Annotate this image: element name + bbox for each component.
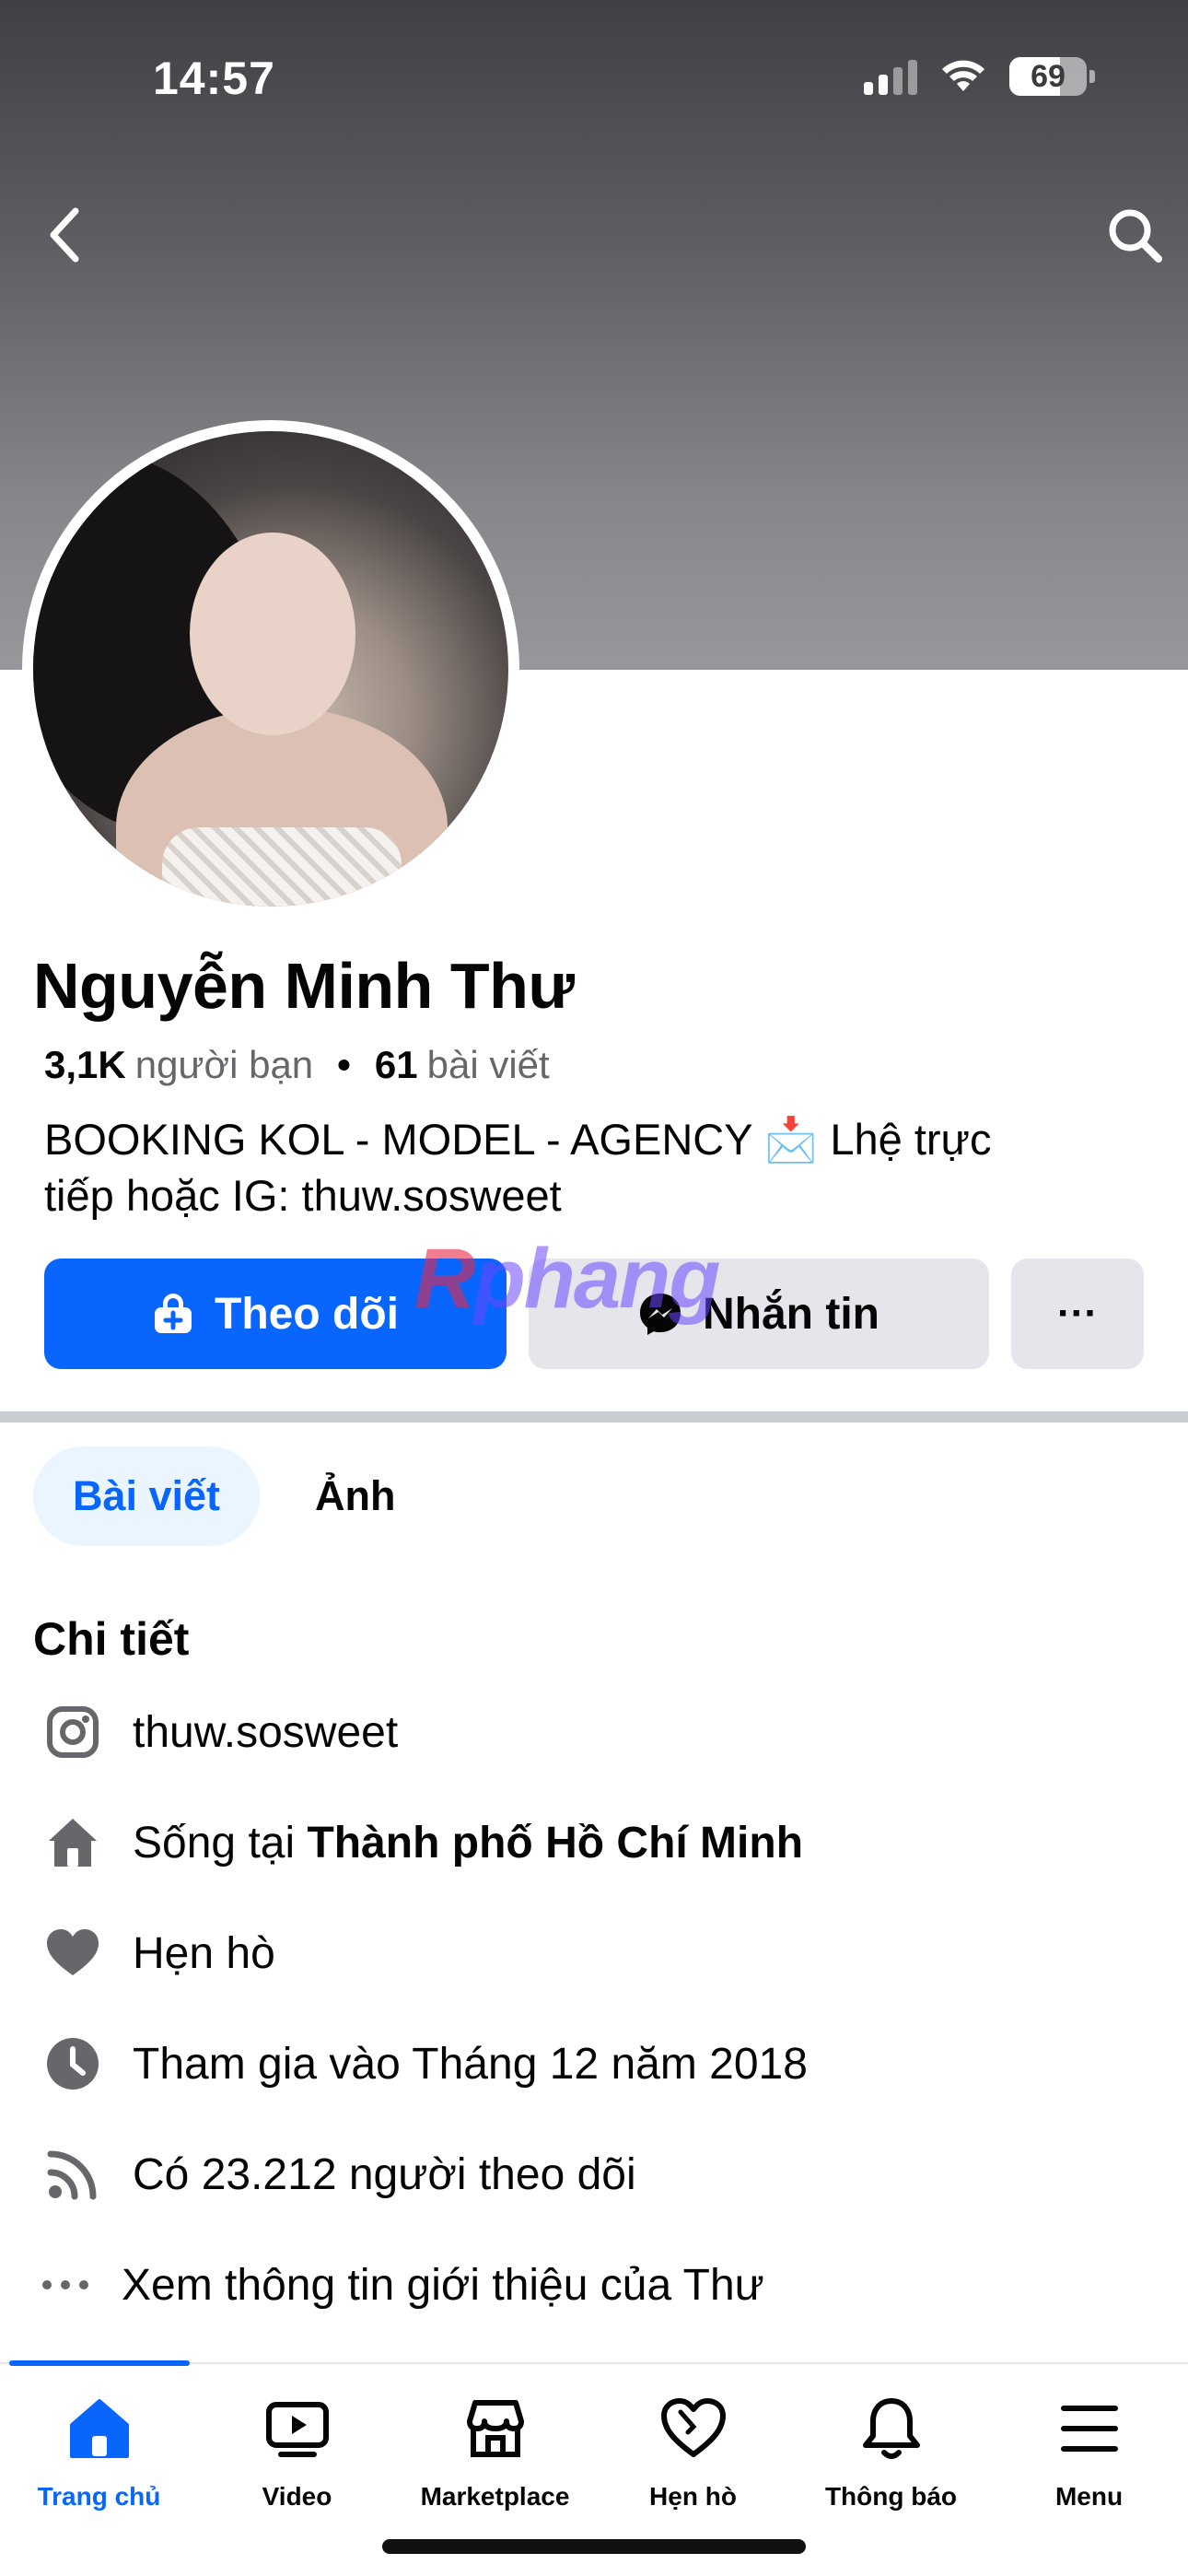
nav-notifications[interactable]: Thông báo bbox=[792, 2392, 990, 2530]
detail-instagram[interactable]: thuw.sosweet bbox=[41, 1693, 1164, 1771]
followers-label: Có 23.212 người theo dõi bbox=[133, 2149, 636, 2199]
search-button[interactable] bbox=[1098, 198, 1171, 272]
tab-photos[interactable]: Ảnh bbox=[315, 1446, 395, 1546]
wifi-icon bbox=[942, 60, 984, 91]
nav-marketplace[interactable]: Marketplace bbox=[396, 2392, 594, 2530]
joined-label: Tham gia vào Tháng 12 năm 2018 bbox=[133, 2039, 808, 2089]
stats-separator: • bbox=[337, 1043, 351, 1086]
nav-dating[interactable]: Hẹn hò bbox=[594, 2392, 792, 2530]
follow-button[interactable]: Theo dõi bbox=[44, 1259, 507, 1369]
friends-label[interactable]: người bạn bbox=[135, 1043, 313, 1087]
home-icon bbox=[63, 2392, 136, 2465]
bell-icon bbox=[855, 2392, 928, 2465]
clock-icon bbox=[41, 2032, 105, 2096]
detail-lives-in: Sống tại Thành phố Hồ Chí Minh bbox=[41, 1804, 1164, 1881]
nav-notifications-label: Thông báo bbox=[824, 2482, 958, 2511]
profile-page: 14:57 69 Nguyễn Minh Thư 3,1K người bạn … bbox=[0, 0, 1188, 2576]
status-icons: 69 bbox=[864, 57, 1095, 96]
back-button[interactable] bbox=[28, 198, 101, 272]
menu-icon bbox=[1053, 2392, 1126, 2465]
nav-dating-label: Hẹn hò bbox=[649, 2482, 737, 2511]
more-options-button[interactable]: ··· bbox=[1011, 1259, 1144, 1369]
more-icon: ··· bbox=[1057, 1291, 1098, 1336]
video-icon bbox=[261, 2392, 334, 2465]
more-dots-icon bbox=[33, 2253, 98, 2317]
nav-video-label: Video bbox=[262, 2482, 332, 2511]
message-button[interactable]: Nhắn tin bbox=[529, 1259, 989, 1369]
status-time: 14:57 bbox=[153, 53, 275, 104]
message-label: Nhắn tin bbox=[703, 1289, 879, 1339]
instagram-icon bbox=[41, 1700, 105, 1764]
posts-count: 61 bbox=[374, 1043, 418, 1086]
cellular-signal-icon bbox=[864, 58, 917, 95]
see-about-label: Xem thông tin giới thiệu của Thư bbox=[122, 2260, 764, 2310]
marketplace-icon bbox=[459, 2392, 532, 2465]
battery-level: 69 bbox=[1031, 59, 1066, 94]
heart-icon bbox=[41, 1921, 105, 1985]
see-about-link[interactable]: Xem thông tin giới thiệu của Thư bbox=[33, 2246, 1157, 2324]
dating-icon bbox=[657, 2392, 730, 2465]
follow-label: Theo dõi bbox=[215, 1289, 399, 1339]
detail-dating: Hẹn hò bbox=[41, 1914, 1164, 1992]
bio-line: tiếp hoặc IG: thuw.sosweet bbox=[44, 1171, 562, 1220]
posts-label: bài viết bbox=[426, 1043, 550, 1086]
active-tab-indicator bbox=[9, 2360, 190, 2366]
nav-home[interactable]: Trang chủ bbox=[0, 2392, 198, 2530]
section-divider bbox=[0, 1411, 1188, 1423]
detail-followers[interactable]: Có 23.212 người theo dõi bbox=[41, 2136, 1164, 2213]
home-indicator bbox=[382, 2539, 806, 2554]
lives-in-prefix: Sống tại bbox=[133, 1818, 308, 1868]
nav-home-label: Trang chủ bbox=[37, 2482, 161, 2511]
detail-joined: Tham gia vào Tháng 12 năm 2018 bbox=[41, 2025, 1164, 2102]
nav-video[interactable]: Video bbox=[198, 2392, 396, 2530]
dating-label: Hẹn hò bbox=[133, 1928, 275, 1978]
nav-menu-label: Menu bbox=[1054, 2482, 1124, 2511]
nav-menu[interactable]: Menu bbox=[990, 2392, 1188, 2530]
home-icon bbox=[41, 1810, 105, 1875]
avatar bbox=[33, 431, 508, 907]
profile-picture[interactable] bbox=[22, 420, 519, 918]
chevron-left-icon bbox=[50, 207, 79, 263]
tab-posts[interactable]: Bài viết bbox=[33, 1446, 260, 1546]
search-icon bbox=[1109, 209, 1162, 263]
profile-bio: BOOKING KOL - MODEL - AGENCY 📩 Lhệ trực … bbox=[44, 1111, 1149, 1224]
follow-icon bbox=[155, 1294, 192, 1333]
instagram-handle: thuw.sosweet bbox=[133, 1707, 399, 1757]
friends-count[interactable]: 3,1K bbox=[44, 1043, 126, 1087]
profile-stats: 3,1K người bạn • 61 bài viết bbox=[44, 1043, 550, 1087]
profile-name: Nguyễn Minh Thư bbox=[33, 950, 575, 1022]
rss-icon bbox=[41, 2142, 105, 2207]
details-title: Chi tiết bbox=[33, 1613, 190, 1665]
battery-icon: 69 bbox=[1009, 57, 1095, 96]
lives-in-city[interactable]: Thành phố Hồ Chí Minh bbox=[307, 1818, 803, 1868]
messenger-icon bbox=[640, 1294, 681, 1335]
nav-marketplace-label: Marketplace bbox=[420, 2482, 570, 2511]
bio-line: BOOKING KOL - MODEL - AGENCY 📩 Lhệ trực bbox=[44, 1115, 992, 1164]
